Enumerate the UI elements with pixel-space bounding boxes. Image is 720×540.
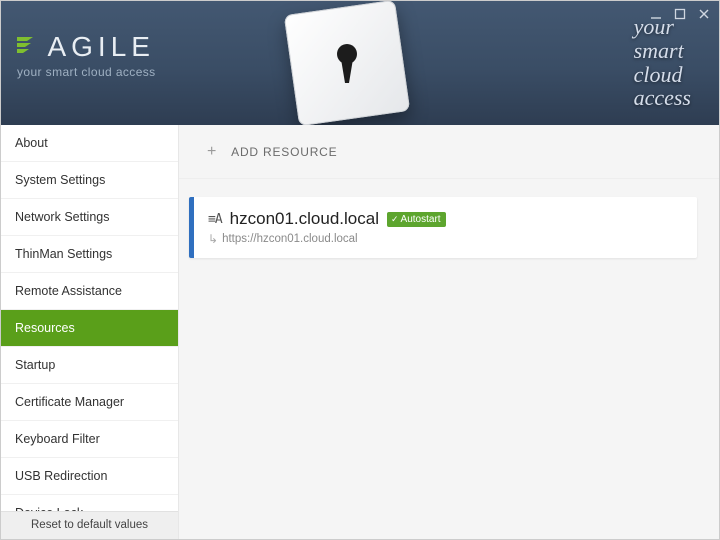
keyhole-icon bbox=[284, 1, 410, 125]
sidebar-item-thinman-settings[interactable]: ThinMan Settings bbox=[1, 236, 178, 273]
sidebar-item-startup[interactable]: Startup bbox=[1, 347, 178, 384]
brand-logo: AGILE your smart cloud access bbox=[17, 31, 156, 79]
resource-url: https://hzcon01.cloud.local bbox=[222, 233, 358, 245]
brand-mark-icon bbox=[17, 33, 39, 62]
brand-subtitle: your smart cloud access bbox=[17, 65, 156, 79]
content-area: + ADD RESOURCE ≡A hzcon01.cloud.local Au… bbox=[179, 125, 719, 539]
window-controls bbox=[649, 7, 711, 21]
add-resource-button[interactable]: + ADD RESOURCE bbox=[179, 125, 719, 179]
subdirectory-arrow-icon: ↳ bbox=[208, 232, 218, 246]
resource-title-row: ≡A hzcon01.cloud.local Autostart bbox=[208, 209, 681, 229]
sidebar-item-device-lock[interactable]: Device Lock bbox=[1, 495, 178, 511]
sidebar-item-usb-redirection[interactable]: USB Redirection bbox=[1, 458, 178, 495]
sidebar-item-system-settings[interactable]: System Settings bbox=[1, 162, 178, 199]
tagline-line: cloud bbox=[634, 63, 691, 87]
app-window: AGILE your smart cloud access your smart… bbox=[0, 0, 720, 540]
resource-title: hzcon01.cloud.local bbox=[230, 209, 379, 229]
brand-name: AGILE bbox=[47, 31, 154, 63]
close-button[interactable] bbox=[697, 7, 711, 21]
resource-url-row: ↳ https://hzcon01.cloud.local bbox=[208, 232, 681, 246]
tagline-line: access bbox=[634, 86, 691, 110]
minimize-button[interactable] bbox=[649, 7, 663, 21]
autostart-badge: Autostart bbox=[387, 212, 446, 227]
tagline-line: smart bbox=[634, 39, 691, 63]
resource-icon: ≡A bbox=[208, 212, 222, 227]
sidebar: About System Settings Network Settings T… bbox=[1, 125, 179, 539]
maximize-button[interactable] bbox=[673, 7, 687, 21]
sidebar-item-about[interactable]: About bbox=[1, 125, 178, 162]
app-body: About System Settings Network Settings T… bbox=[1, 125, 719, 539]
sidebar-nav: About System Settings Network Settings T… bbox=[1, 125, 178, 511]
header-tagline: your smart cloud access bbox=[634, 15, 691, 110]
app-header: AGILE your smart cloud access your smart… bbox=[1, 1, 719, 125]
sidebar-item-resources[interactable]: Resources bbox=[1, 310, 178, 347]
resource-list: ≡A hzcon01.cloud.local Autostart ↳ https… bbox=[179, 179, 719, 276]
resource-item[interactable]: ≡A hzcon01.cloud.local Autostart ↳ https… bbox=[189, 197, 697, 258]
add-resource-label: ADD RESOURCE bbox=[231, 145, 337, 159]
sidebar-item-network-settings[interactable]: Network Settings bbox=[1, 199, 178, 236]
reset-defaults-button[interactable]: Reset to default values bbox=[1, 511, 178, 539]
plus-icon: + bbox=[207, 143, 217, 161]
sidebar-item-certificate-manager[interactable]: Certificate Manager bbox=[1, 384, 178, 421]
sidebar-item-keyboard-filter[interactable]: Keyboard Filter bbox=[1, 421, 178, 458]
sidebar-item-remote-assistance[interactable]: Remote Assistance bbox=[1, 273, 178, 310]
